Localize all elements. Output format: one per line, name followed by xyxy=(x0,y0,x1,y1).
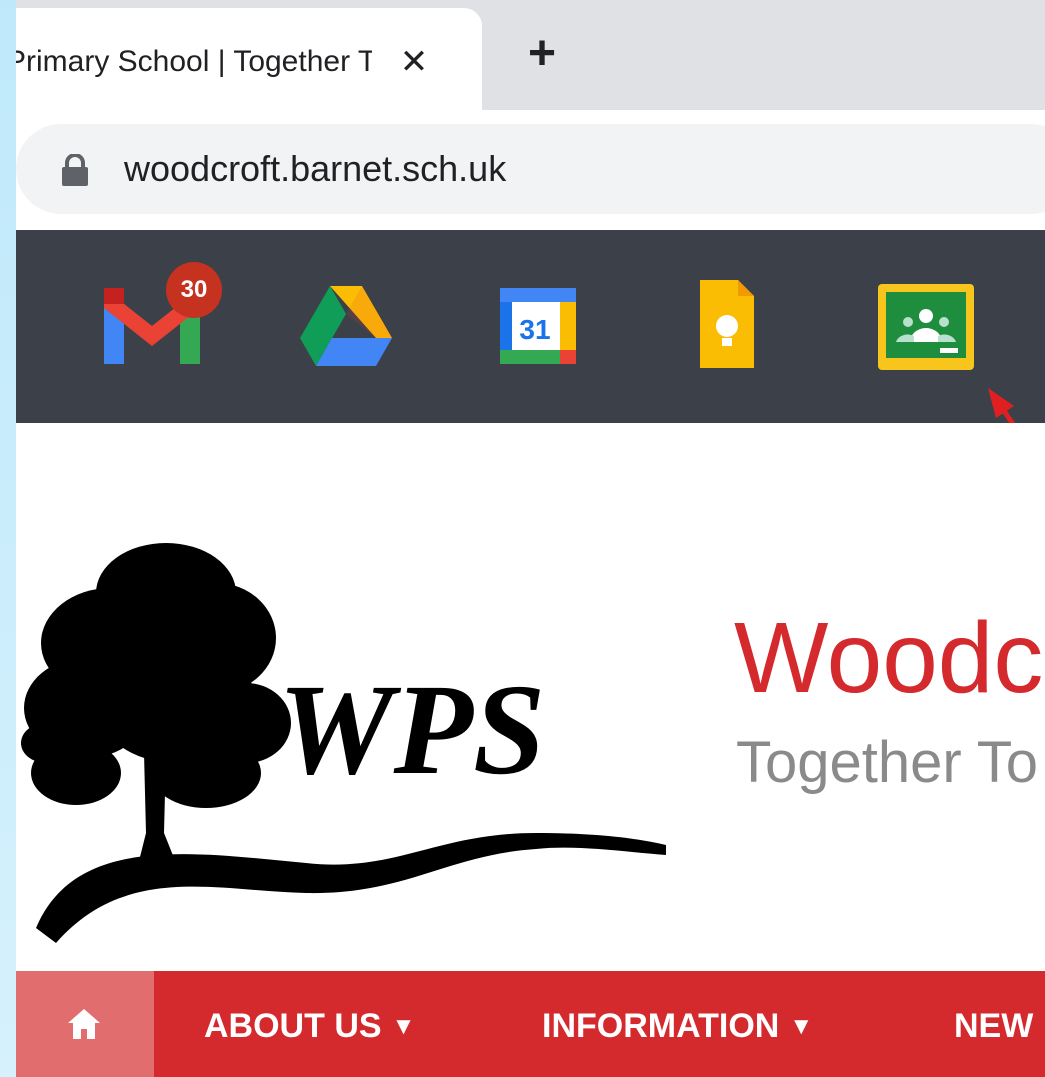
lock-icon[interactable] xyxy=(60,154,90,186)
nav-about-us[interactable]: ABOUT US ▼ xyxy=(204,1001,415,1051)
site-nav: ABOUT US ▼ INFORMATION ▼ NEW xyxy=(16,971,1045,1077)
nav-information[interactable]: INFORMATION ▼ xyxy=(542,1001,813,1051)
tab-close-icon[interactable]: ✕ xyxy=(390,38,438,86)
new-tab-icon[interactable]: + xyxy=(516,28,568,80)
nav-news-label: NEW xyxy=(954,1007,1034,1045)
calendar-date: 31 xyxy=(519,314,550,345)
website-page: WPS Woodc Together To ABOUT US ▼ INFORMAT… xyxy=(16,423,1045,1077)
logo-wps-text: WPS xyxy=(278,658,545,802)
nav-information-label: INFORMATION xyxy=(542,1007,780,1045)
google-keep-icon[interactable] xyxy=(694,268,758,372)
google-calendar-icon[interactable]: 31 xyxy=(496,268,580,372)
tab-strip: Primary School | Together To ✕ + xyxy=(16,0,1045,110)
google-drive-icon[interactable] xyxy=(296,268,396,372)
chevron-down-icon: ▼ xyxy=(789,1013,814,1040)
nav-about-us-label: ABOUT US xyxy=(204,1007,382,1045)
tab-title: Primary School | Together To xyxy=(16,45,372,78)
nav-news[interactable]: NEW xyxy=(954,1001,1033,1051)
chevron-down-icon: ▼ xyxy=(391,1013,416,1040)
browser-tab[interactable]: Primary School | Together To ✕ xyxy=(16,8,482,110)
school-logo[interactable]: WPS xyxy=(16,533,686,953)
google-classroom-icon[interactable] xyxy=(876,268,976,372)
browser-window: Primary School | Together To ✕ + woodcro… xyxy=(16,0,1045,1077)
school-motto: Together To xyxy=(736,730,1039,795)
nav-home[interactable] xyxy=(16,971,154,1077)
home-icon[interactable] xyxy=(66,1007,102,1041)
bookmarks-bar: 30 31 xyxy=(16,230,1045,423)
gmail-unread-badge: 30 xyxy=(166,262,222,318)
address-bar[interactable]: woodcroft.barnet.sch.uk xyxy=(16,124,1045,214)
address-url[interactable]: woodcroft.barnet.sch.uk xyxy=(124,144,506,194)
browser-toolbar: woodcroft.barnet.sch.uk xyxy=(16,110,1045,230)
school-name: Woodc xyxy=(734,602,1044,714)
